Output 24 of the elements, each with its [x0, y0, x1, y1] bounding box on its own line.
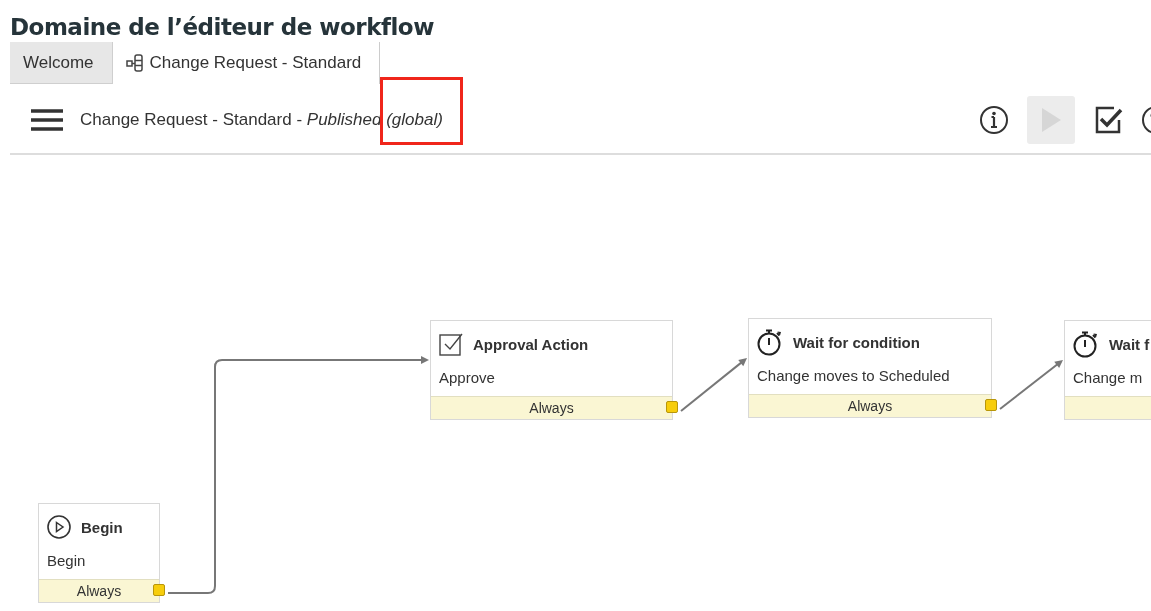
page-title: Domaine de l’éditeur de workflow [9, 13, 435, 42]
outlet-handle[interactable] [666, 401, 678, 413]
node-title: Wait for condition [793, 333, 920, 351]
node-title: Wait f [1109, 335, 1150, 353]
node-title: Begin [81, 518, 123, 536]
node-title: Approval Action [473, 335, 589, 353]
condition-label: Always [76, 583, 122, 599]
tab[interactable]: Welcome [10, 42, 113, 84]
node-description: Change moves to Scheduled [756, 366, 951, 386]
stopwatch-icon [1073, 330, 1099, 358]
condition-label: Always [847, 398, 893, 414]
workflow-heading: Change Request - Standard - Published (global) [80, 110, 443, 129]
outlet-handle[interactable] [153, 584, 165, 596]
menu-button[interactable] [30, 108, 64, 132]
info-button[interactable] [979, 105, 1009, 135]
node-description: Change m [1072, 368, 1144, 388]
checkbox-icon [439, 332, 463, 356]
stopwatch-icon [757, 328, 783, 356]
node-description: Begin [46, 551, 87, 571]
play-icon [47, 515, 71, 539]
condition-label: Always [529, 400, 574, 416]
outlet-handle[interactable] [985, 399, 997, 411]
node-description: Approve [438, 368, 496, 388]
checkbox-button[interactable] [1093, 105, 1123, 135]
